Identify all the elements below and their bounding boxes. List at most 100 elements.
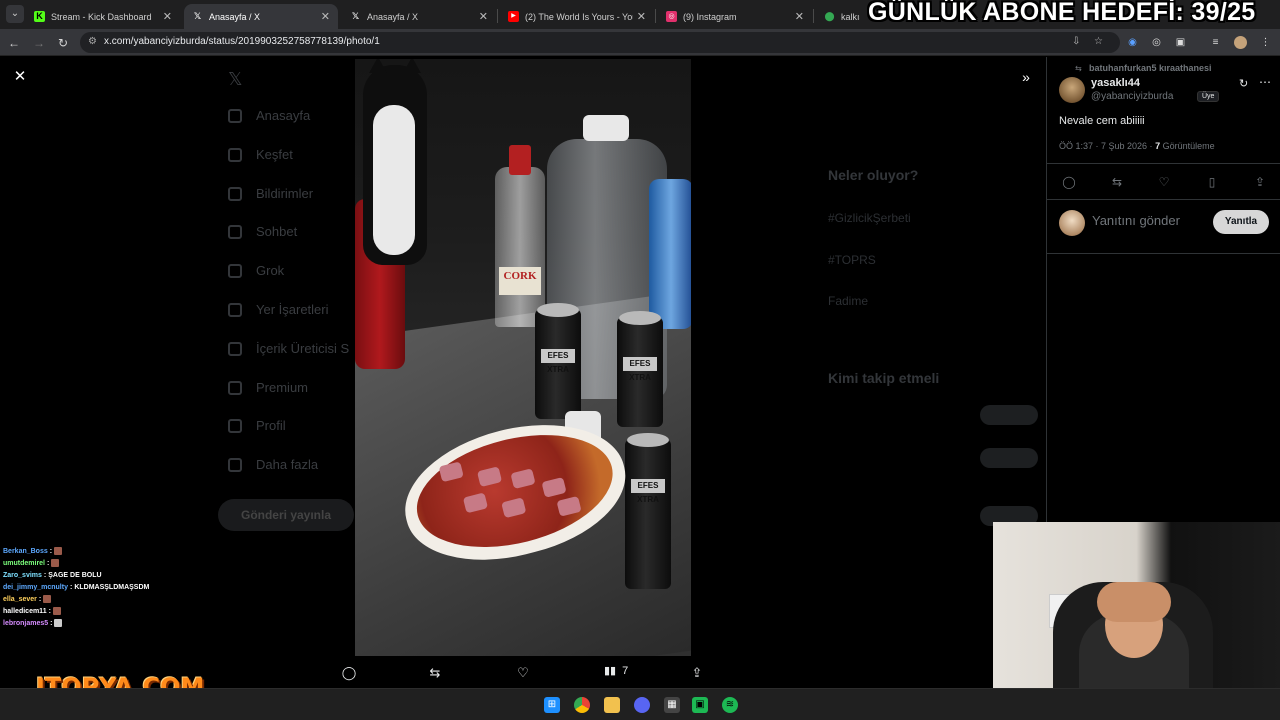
chat-message: Berkan_Boss: <box>3 545 203 557</box>
bg-trend: #TOPRS <box>828 253 876 267</box>
chat-message: halledicem11: <box>3 605 203 617</box>
bar-chart-icon: ▮▮ <box>604 665 617 677</box>
repost-indicator-icon: ⇆ <box>1075 64 1082 73</box>
youtube-icon: ▶ <box>508 11 519 22</box>
tweet-text: Nevale cem abiiiii <box>1059 115 1145 127</box>
forward-arrow-icon[interactable]: → <box>31 35 47 51</box>
tab-label: kalkış: P <box>841 11 860 22</box>
beer-can: EFES XTRA <box>535 303 581 419</box>
close-viewer-icon[interactable]: ✕ <box>12 69 28 85</box>
reposted-by[interactable]: batuhanfurkan5 kıraathanesi <box>1089 63 1212 73</box>
close-tab-icon[interactable]: ✕ <box>479 10 488 23</box>
tab-anasayfa-x[interactable]: 𝕏 Anasayfa / X ✕ <box>342 4 496 29</box>
profile-avatar-icon[interactable] <box>1234 36 1247 49</box>
author-name[interactable]: yasaklı44 <box>1091 77 1140 89</box>
browser-tab-bar: ⌄ K Stream - Kick Dashboard ✕ 𝕏 Anasayfa… <box>0 0 1280 29</box>
tab-label: Stream - Kick Dashboard <box>51 11 152 22</box>
x-logo-icon: 𝕏 <box>351 11 360 21</box>
close-tab-icon[interactable]: ✕ <box>163 10 172 23</box>
tab-label: Anasayfa / X <box>209 11 261 22</box>
app-icon[interactable]: ▣ <box>692 697 708 713</box>
author-handle[interactable]: @yabanciyizburda <box>1091 91 1173 102</box>
bg-follow-button <box>980 405 1038 425</box>
repost-icon[interactable]: ⇆ <box>1109 174 1125 190</box>
bg-nav-item: Yer İşaretleri <box>228 302 329 317</box>
like-heart-icon[interactable]: ♡ <box>1156 174 1172 190</box>
gin-bottle: CORK <box>495 145 545 327</box>
bg-nav-item: Keşfet <box>228 147 293 162</box>
tab-youtube[interactable]: ▶ (2) The World Is Yours - You ✕ <box>500 4 654 29</box>
close-tab-icon[interactable]: ✕ <box>321 10 330 23</box>
tweet-photo[interactable]: CORK EFES XTRA EFES XTRA EFES XTRA <box>355 59 691 656</box>
reply-input[interactable]: Yanıtını gönder <box>1092 213 1180 228</box>
cat <box>363 59 427 265</box>
bg-nav-item: Grok <box>228 263 284 278</box>
back-arrow-icon[interactable]: ← <box>6 35 22 51</box>
water-bottle <box>649 179 691 329</box>
calculator-icon[interactable]: ▦ <box>664 697 680 713</box>
bg-nav-item: Sohbet <box>228 224 297 239</box>
like-heart-icon[interactable]: ♡ <box>514 664 532 682</box>
spotify-icon[interactable]: ≋ <box>722 697 738 713</box>
bookmark-icon[interactable]: ▯ <box>1204 174 1220 190</box>
bookmark-star-icon[interactable]: ☆ <box>1094 36 1103 47</box>
reload-icon[interactable]: ↻ <box>55 35 71 51</box>
bg-nav-item: Daha fazla <box>228 457 318 472</box>
tab-kick-dashboard[interactable]: K Stream - Kick Dashboard ✕ <box>26 4 180 29</box>
tab-label: (9) Instagram <box>683 11 737 22</box>
tab-search-button[interactable]: ⌄ <box>6 5 24 23</box>
tab-label: Anasayfa / X <box>367 11 419 22</box>
menu-kebab-icon[interactable]: ⋮ <box>1259 36 1272 49</box>
close-tab-icon[interactable]: ✕ <box>637 10 646 23</box>
url-text: x.com/yabanciyizburda/status/20199032527… <box>104 36 380 47</box>
beer-can: EFES XTRA <box>625 433 671 589</box>
collapse-sidebar-icon[interactable]: » <box>1018 69 1034 85</box>
water-jug-cap <box>583 115 629 141</box>
reply-icon[interactable]: ◯ <box>340 664 358 682</box>
extension-shield-icon[interactable]: ◎ <box>1150 36 1163 49</box>
share-icon[interactable]: ⇪ <box>1252 174 1268 190</box>
windows-start-icon[interactable]: ⊞ <box>544 697 560 713</box>
reply-icon[interactable]: ◯ <box>1061 174 1077 190</box>
install-app-icon[interactable]: ⇩ <box>1072 36 1080 47</box>
reply-button[interactable]: Yanıtla <box>1213 210 1269 234</box>
chrome-icon[interactable] <box>574 697 590 713</box>
bg-trend: Fadime <box>828 294 869 308</box>
discord-icon[interactable] <box>634 697 650 713</box>
bg-trend: #GizlicikŞerbeti <box>828 211 911 225</box>
kick-icon: K <box>34 11 45 22</box>
views-count[interactable]: ▮▮ 7 <box>604 664 629 678</box>
subscriber-goal-overlay: GÜNLÜK ABONE HEDEFİ: 39/25 <box>868 0 1256 26</box>
extension-audio-icon[interactable]: ◉ <box>1126 36 1139 49</box>
close-tab-icon[interactable]: ✕ <box>795 10 804 23</box>
site-info-icon[interactable]: ⚙ <box>88 36 97 47</box>
gin-label: CORK <box>499 267 541 295</box>
chat-message: dei_jimmy_mcnulty: KLDMASŞLDMAŞSDM <box>3 583 150 591</box>
windows-taskbar: ⊞ ▦ ▣ ≋ <box>0 688 1280 720</box>
chat-message: umutdemirel: <box>3 557 203 569</box>
bg-trending-title: Neler oluyor? <box>828 167 919 183</box>
x-logo-bg: 𝕏 <box>228 69 243 89</box>
share-icon[interactable]: ⇪ <box>688 664 706 682</box>
stream-chat-overlay: Berkan_Boss: umutdemirel: Zaro_svims: ŞA… <box>3 545 203 629</box>
bg-post-button: Gönderi yayınla <box>218 499 354 531</box>
bg-follow-title: Kimi takip etmeli <box>828 370 940 386</box>
browser-toolbar: ← → ↻ ⚙ x.com/yabanciyizburda/status/201… <box>0 29 1280 56</box>
chat-message: ella_sever: <box>3 593 203 605</box>
file-explorer-icon[interactable] <box>604 697 620 713</box>
reading-list-icon[interactable]: ≡ <box>1209 36 1222 49</box>
chat-message: Zaro_svims: ŞAGE DE BOLU <box>3 571 102 579</box>
bg-nav-item: Bildirimler <box>228 186 313 201</box>
author-avatar[interactable] <box>1059 77 1085 103</box>
tab-anasayfa-x-active[interactable]: 𝕏 Anasayfa / X ✕ <box>184 4 338 29</box>
more-options-icon[interactable]: ⋯ <box>1259 75 1271 89</box>
views-value: 7 <box>622 664 629 677</box>
tab-maps[interactable]: ⬤ kalkış: P <box>816 4 868 29</box>
address-bar[interactable]: ⚙ x.com/yabanciyizburda/status/201990325… <box>80 32 1120 53</box>
bg-follow-button <box>980 448 1038 468</box>
tab-instagram[interactable]: ◎ (9) Instagram ✕ <box>658 4 812 29</box>
grok-icon[interactable]: ↻ <box>1239 77 1248 90</box>
extensions-puzzle-icon[interactable]: ▣ <box>1174 36 1187 49</box>
own-avatar <box>1059 210 1085 236</box>
repost-icon[interactable]: ⇆ <box>426 664 444 682</box>
